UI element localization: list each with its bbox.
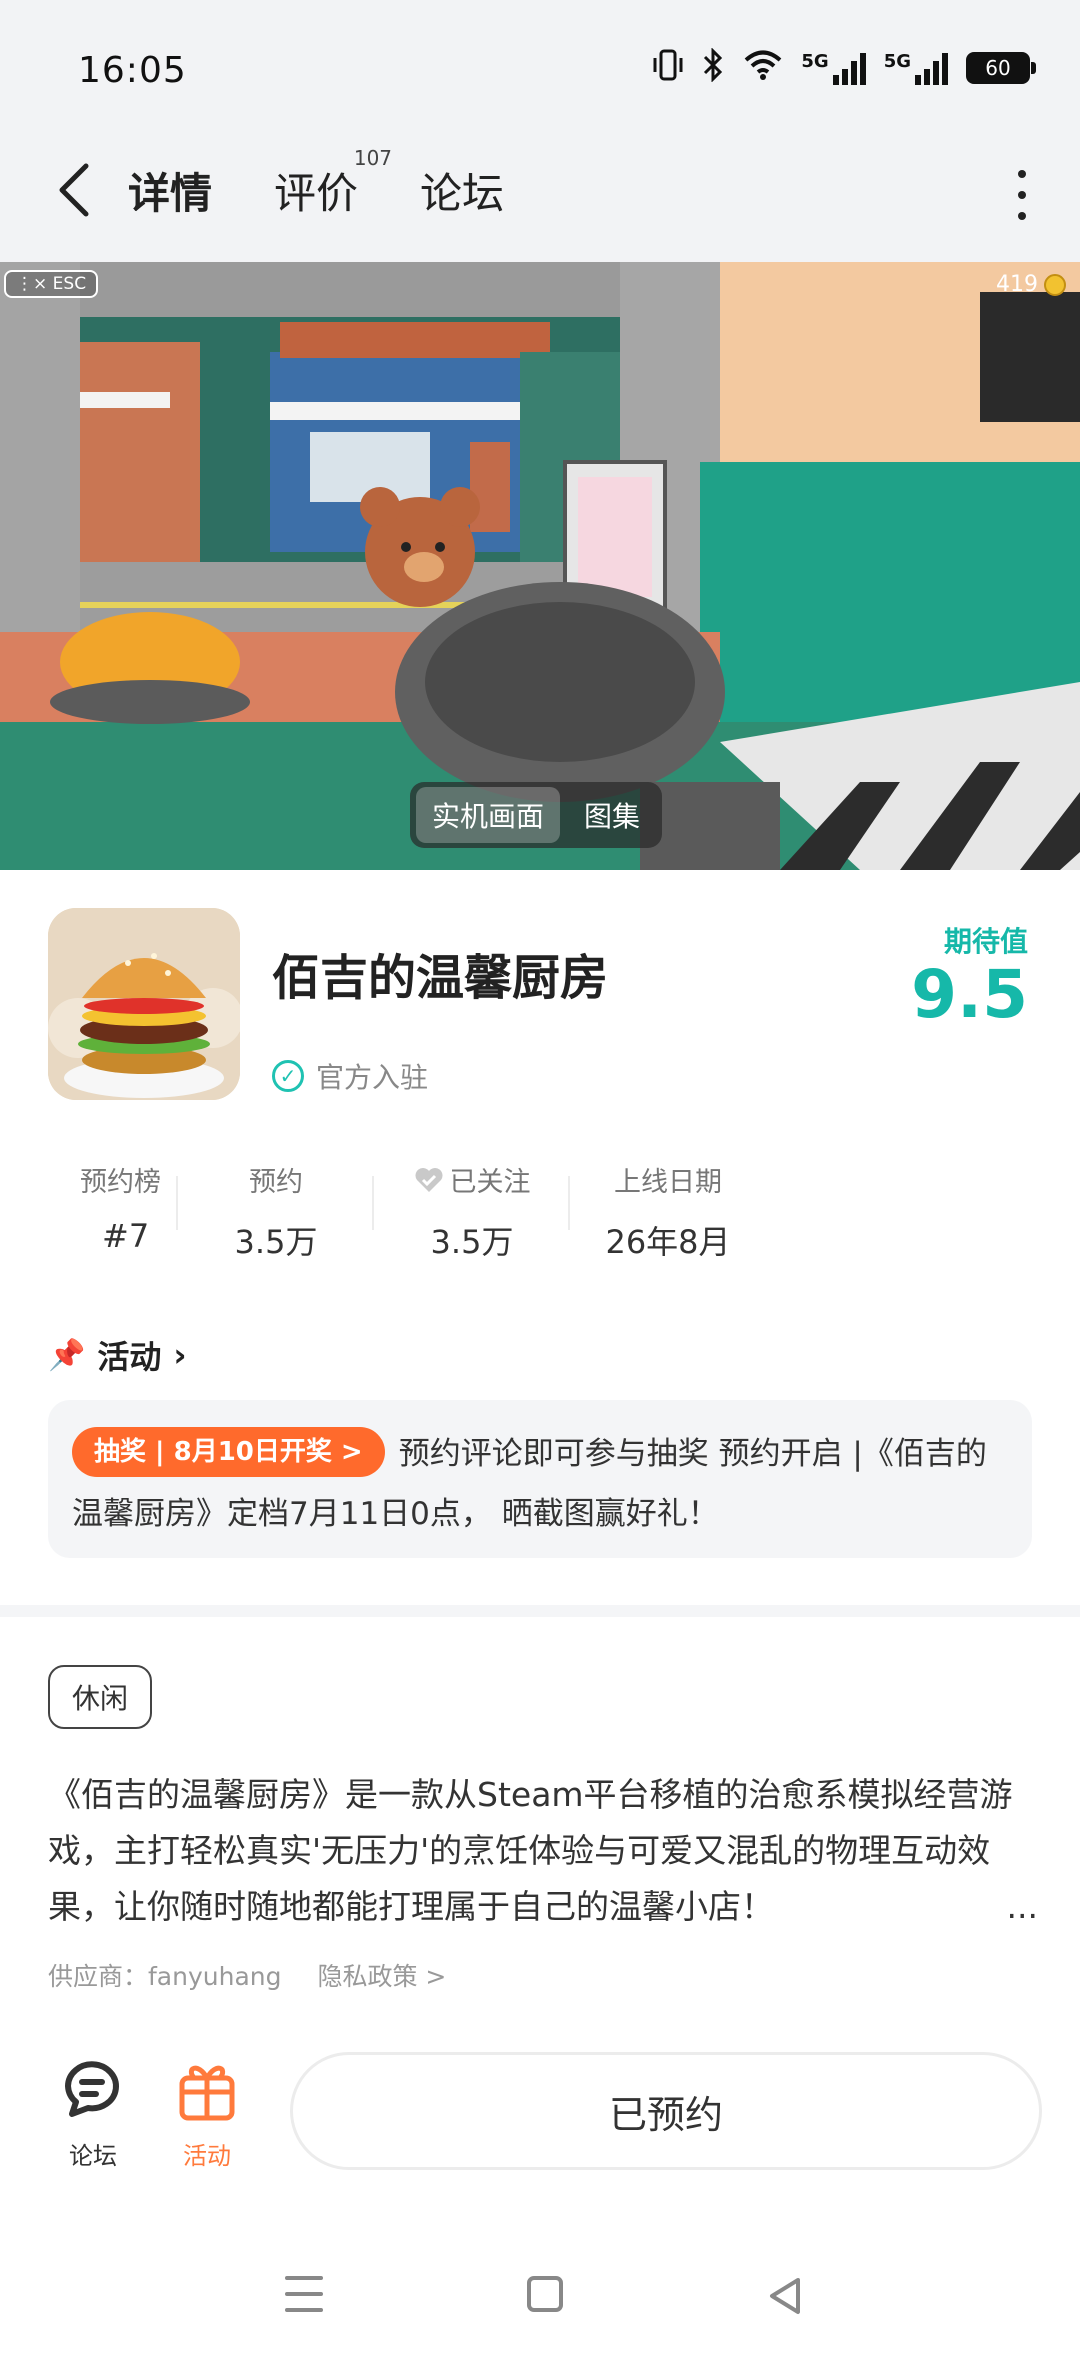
stats-row: 预约榜 #7 预约 3.5万 已关注 3.5万 上线日期 26年8月: [48, 1160, 766, 1263]
activity-card[interactable]: 抽奖 | 8月10日开奖 > 预约评论即可参与抽奖 预约开启 |《佰吉的温馨厨房》…: [48, 1400, 1032, 1558]
activity-header[interactable]: 📌 活动 ›: [48, 1332, 187, 1378]
stat-reservations: 预约 3.5万: [178, 1160, 374, 1263]
status-bar: 16:05 5G 5G 60: [0, 0, 1080, 120]
game-info: 佰吉的温馨厨房 ✓ 官方入驻 期待值 9.5 预约榜 #7 预约 3.5万 已关…: [0, 870, 1080, 1605]
check-circle-icon: ✓: [272, 1060, 304, 1092]
tab-bar: 详情 评价 107 论坛: [122, 146, 510, 229]
bluetooth-icon: [701, 47, 725, 88]
gift-icon: [179, 2065, 235, 2121]
lottery-tag[interactable]: 抽奖 | 8月10日开奖 >: [72, 1427, 385, 1477]
stat-release-date: 上线日期 26年8月: [605, 1167, 731, 1261]
toggle-gameplay[interactable]: 实机画面: [416, 787, 561, 843]
section-divider: [0, 1605, 1080, 1617]
game-screenshot-image: [0, 262, 1080, 870]
stat-ranking[interactable]: 预约榜 #7: [48, 1160, 178, 1263]
official-badge: ✓ 官方入驻: [272, 1056, 428, 1096]
expand-ellipsis[interactable]: ...: [1007, 1879, 1038, 1935]
back-triangle-icon[interactable]: [766, 2276, 806, 2316]
top-nav: 详情 评价 107 论坛: [0, 120, 1080, 262]
description-section: 休闲 《佰吉的温馨厨房》是一款从Steam平台移植的治愈系模拟经营游戏，主打轻松…: [0, 1617, 1080, 2032]
back-button[interactable]: [50, 158, 100, 222]
tab-forum[interactable]: 论坛: [414, 152, 510, 229]
tab-details[interactable]: 详情: [122, 152, 219, 229]
bottom-action-bar: 论坛 活动 已预约: [0, 2032, 1080, 2232]
supplier-label: 供应商：fanyuhang: [48, 1962, 282, 1991]
battery-icon: 60: [966, 52, 1036, 84]
activity-button[interactable]: 活动: [162, 2056, 252, 2171]
more-options-icon[interactable]: [1012, 170, 1032, 220]
wifi-icon: [743, 49, 783, 87]
signal-2-icon: 5G: [884, 51, 948, 85]
genre-tag[interactable]: 休闲: [48, 1665, 153, 1729]
forum-chat-icon: [65, 2061, 119, 2117]
status-icons: 5G 5G 60: [653, 47, 1036, 88]
signal-1-icon: 5G: [801, 51, 866, 85]
game-title: 佰吉的温馨厨房: [272, 950, 609, 1006]
reviews-count-badge: 107: [353, 146, 393, 170]
vibrate-icon: [653, 48, 683, 88]
expectation-value: 9.5: [911, 956, 1028, 1033]
back-arrow-icon: [59, 163, 89, 217]
game-app-icon: [48, 908, 240, 1100]
pin-icon: 📌: [48, 1337, 86, 1373]
expectation-score: 期待值 9.5: [911, 920, 1028, 1029]
status-time: 16:05: [78, 50, 187, 91]
home-icon[interactable]: [527, 2276, 563, 2312]
coin-icon: [1044, 273, 1066, 296]
chevron-right-icon: ›: [173, 1336, 187, 1374]
tab-reviews[interactable]: 评价 107: [268, 146, 392, 229]
privacy-policy-link[interactable]: 隐私政策 >: [317, 1957, 446, 1993]
media-toggle: 实机画面 图集: [410, 782, 663, 848]
heart-icon: [415, 1167, 442, 1192]
esc-button[interactable]: ⋮× ESC: [4, 270, 99, 298]
reserved-button[interactable]: 已预约: [290, 2052, 1042, 2170]
description-text[interactable]: 《佰吉的温馨厨房》是一款从Steam平台移植的治愈系模拟经营游戏，主打轻松真实'…: [48, 1767, 1038, 1935]
expectation-label: 期待值: [943, 925, 1028, 958]
coin-counter: 419: [996, 272, 1066, 297]
toggle-gallery[interactable]: 图集: [568, 787, 656, 843]
system-nav-bar: [0, 2232, 1080, 2373]
forum-button[interactable]: 论坛: [48, 2056, 138, 2171]
hero-media[interactable]: ⋮× ESC 419 实机画面 图集: [0, 262, 1080, 870]
meta-row: 供应商：fanyuhang 隐私政策 >: [48, 1957, 446, 1993]
menu-icon[interactable]: [285, 2276, 323, 2312]
stat-following[interactable]: 已关注 3.5万: [374, 1160, 570, 1263]
